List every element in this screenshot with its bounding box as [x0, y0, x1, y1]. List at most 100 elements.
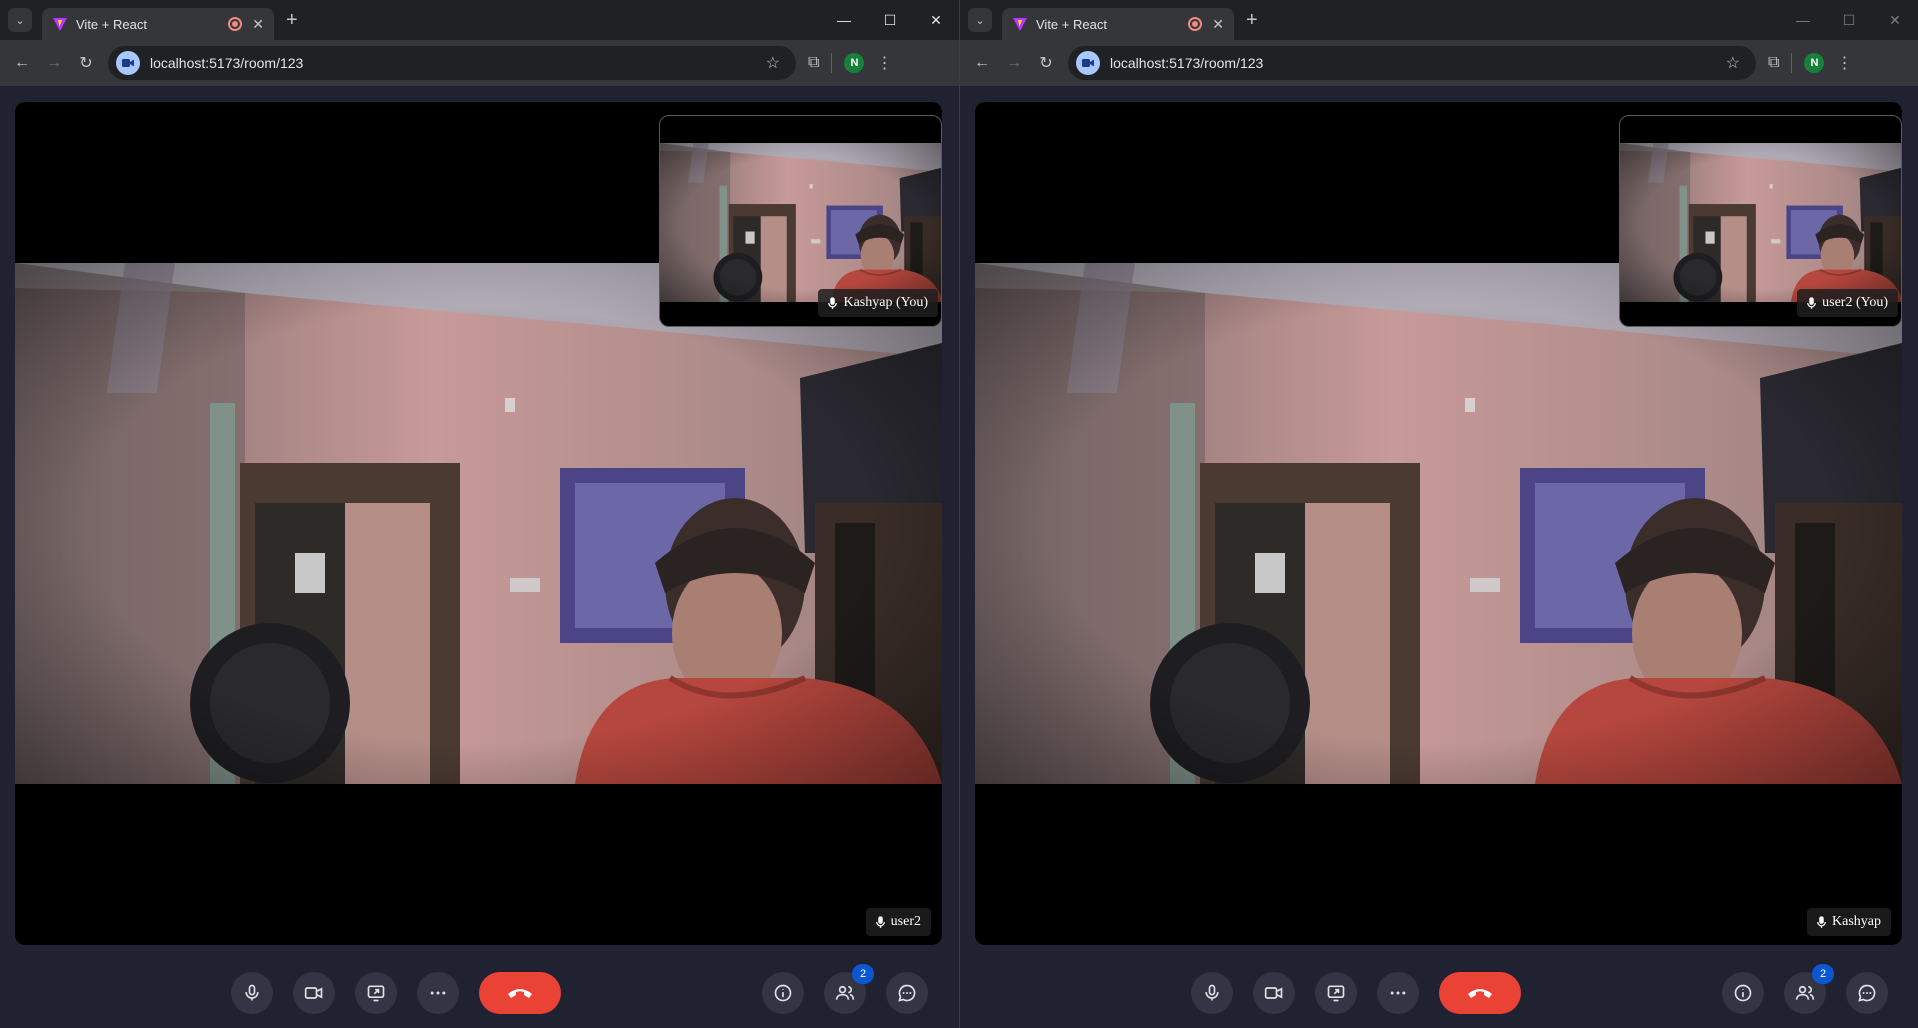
phone-hangup-icon	[508, 989, 532, 998]
screen-share-button[interactable]	[355, 972, 397, 1014]
remote-participant-name: user2	[890, 914, 921, 929]
screen-share-button[interactable]	[1315, 972, 1357, 1014]
recording-indicator-icon	[1188, 17, 1203, 31]
phone-hangup-icon	[1468, 989, 1492, 998]
browser-toolbar: ← → ↻ localhost:5173/room/123 ☆ ⧉ N ⋮	[960, 40, 1918, 86]
tab-search-button[interactable]: ⌄	[968, 8, 992, 32]
reload-button[interactable]: ↻	[72, 49, 100, 77]
chat-button[interactable]	[886, 972, 928, 1014]
new-tab-button[interactable]: +	[1246, 10, 1258, 30]
chat-icon	[898, 984, 916, 1002]
end-call-button[interactable]	[1439, 972, 1521, 1014]
new-tab-button[interactable]: +	[286, 10, 298, 30]
tab-close-icon[interactable]: ✕	[1212, 16, 1224, 33]
address-bar[interactable]: localhost:5173/room/123 ☆	[1068, 46, 1756, 80]
back-button[interactable]: ←	[8, 49, 36, 77]
browser-tab[interactable]: Vite + React ✕	[1002, 8, 1234, 40]
minimize-button[interactable]: —	[821, 0, 867, 40]
more-icon	[430, 991, 446, 995]
remote-participant-name: Kashyap	[1832, 914, 1881, 929]
window-controls: — ☐ ✕	[1780, 0, 1918, 40]
participant-count-badge: 2	[852, 964, 874, 984]
info-icon	[1734, 984, 1752, 1002]
remote-video-stage: user2 Kashyap (You)	[15, 102, 942, 945]
self-participant-name: user2 (You)	[1822, 295, 1888, 310]
more-options-button[interactable]	[1377, 972, 1419, 1014]
tab-title: Vite + React	[1036, 16, 1107, 32]
screen-share-icon	[1327, 985, 1345, 1002]
browser-menu-icon[interactable]: ⋮	[1836, 53, 1852, 73]
tab-close-icon[interactable]: ✕	[252, 16, 264, 33]
url-text: localhost:5173/room/123	[1110, 55, 1264, 71]
bookmark-star-icon[interactable]: ☆	[1726, 53, 1740, 73]
browser-menu-icon[interactable]: ⋮	[876, 53, 892, 73]
meeting-room: Kashyap user2 (You) 2	[960, 86, 1918, 1028]
vite-favicon-icon	[53, 18, 67, 31]
vite-favicon-icon	[1013, 18, 1027, 31]
self-view-tile[interactable]: user2 (You)	[1619, 115, 1902, 327]
maximize-button[interactable]: ☐	[867, 0, 913, 40]
meeting-info-button[interactable]	[1722, 972, 1764, 1014]
address-bar[interactable]: localhost:5173/room/123 ☆	[108, 46, 796, 80]
mic-icon	[1202, 983, 1222, 1003]
remote-video-feed	[15, 263, 942, 784]
mic-icon	[242, 983, 262, 1003]
chat-button[interactable]	[1846, 972, 1888, 1014]
camera-toggle-button[interactable]	[293, 972, 335, 1014]
self-video-feed	[1620, 143, 1901, 302]
bookmark-star-icon[interactable]: ☆	[766, 53, 780, 73]
more-options-button[interactable]	[417, 972, 459, 1014]
camera-toggle-button[interactable]	[1253, 972, 1295, 1014]
mic-on-icon	[876, 916, 885, 929]
participants-button[interactable]: 2	[1784, 964, 1834, 1014]
people-icon	[835, 985, 855, 1000]
mic-toggle-button[interactable]	[1191, 972, 1233, 1014]
maximize-button[interactable]: ☐	[1826, 0, 1872, 40]
meeting-info-button[interactable]	[762, 972, 804, 1014]
self-video-feed	[660, 143, 941, 302]
people-icon	[1795, 985, 1815, 1000]
mic-on-icon	[828, 297, 837, 310]
site-camera-icon[interactable]	[1076, 51, 1100, 75]
screen-share-icon	[367, 985, 385, 1002]
browser-window-right: ⌄ Vite + React ✕ + — ☐ ✕ ← → ↻ localhost…	[959, 0, 1918, 1028]
participant-count-badge: 2	[1812, 964, 1834, 984]
profile-avatar[interactable]: N	[844, 53, 865, 73]
tab-title: Vite + React	[76, 16, 147, 32]
self-view-tile[interactable]: Kashyap (You)	[659, 115, 942, 327]
meeting-room: user2 Kashyap (You) 2	[0, 86, 959, 1028]
recording-indicator-icon	[228, 17, 243, 31]
remote-participant-label: Kashyap	[1807, 908, 1891, 936]
minimize-button[interactable]: —	[1780, 0, 1826, 40]
browser-toolbar: ← → ↻ localhost:5173/room/123 ☆ ⧉ N ⋮	[0, 40, 959, 86]
forward-button[interactable]: →	[40, 49, 68, 77]
close-window-button[interactable]: ✕	[913, 0, 959, 40]
site-camera-icon[interactable]	[116, 51, 140, 75]
browser-tab[interactable]: Vite + React ✕	[42, 8, 274, 40]
browser-window-left: ⌄ Vite + React ✕ + — ☐ ✕ ← → ↻ localhost…	[0, 0, 959, 1028]
tab-search-button[interactable]: ⌄	[8, 8, 32, 32]
mic-on-icon	[1817, 916, 1826, 929]
extensions-icon[interactable]: ⧉	[1768, 54, 1779, 72]
toolbar-divider	[1791, 53, 1793, 73]
remote-video-stage: Kashyap user2 (You)	[975, 102, 1902, 945]
mic-toggle-button[interactable]	[231, 972, 273, 1014]
url-text: localhost:5173/room/123	[150, 55, 304, 71]
remote-participant-label: user2	[865, 908, 931, 936]
camera-icon	[304, 987, 323, 999]
tab-strip: ⌄ Vite + React ✕ + — ☐ ✕	[0, 0, 959, 40]
participants-button[interactable]: 2	[824, 964, 874, 1014]
end-call-button[interactable]	[479, 972, 561, 1014]
profile-avatar[interactable]: N	[1804, 53, 1825, 73]
call-controls: 2	[960, 964, 1918, 1014]
call-controls: 2	[0, 964, 959, 1014]
tab-strip: ⌄ Vite + React ✕ + — ☐ ✕	[960, 0, 1918, 40]
remote-video-feed	[975, 263, 1902, 784]
extensions-icon[interactable]: ⧉	[808, 54, 819, 72]
close-window-button[interactable]: ✕	[1872, 0, 1918, 40]
reload-button[interactable]: ↻	[1032, 49, 1060, 77]
forward-button[interactable]: →	[1000, 49, 1028, 77]
back-button[interactable]: ←	[968, 49, 996, 77]
chat-icon	[1858, 984, 1876, 1002]
self-participant-label: Kashyap (You)	[818, 289, 938, 317]
